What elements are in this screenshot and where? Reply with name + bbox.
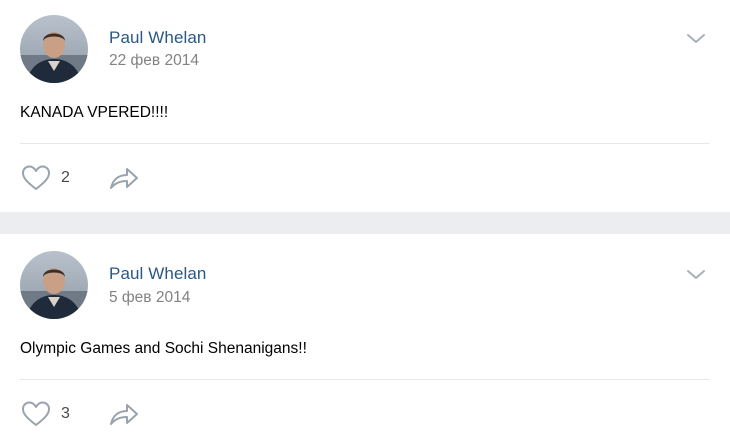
post-author[interactable]: Paul Whelan: [109, 28, 207, 48]
post-text: KANADA VPERED!!!!: [20, 104, 169, 121]
post-author[interactable]: Paul Whelan: [109, 264, 207, 284]
post-text: Olympic Games and Sochi Shenanigans!!: [20, 340, 307, 357]
post-date[interactable]: 22 фев 2014: [109, 52, 199, 70]
chevron-down-icon[interactable]: [685, 268, 707, 282]
post-feed: Paul Whelan 22 фев 2014 KANADA VPERED!!!…: [0, 0, 730, 439]
wall-post: Paul Whelan 22 фев 2014 KANADA VPERED!!!…: [0, 0, 730, 212]
share-arrow-icon[interactable]: [108, 400, 140, 428]
post-date[interactable]: 5 фев 2014: [109, 289, 190, 307]
avatar[interactable]: [20, 15, 88, 83]
post-separator: [0, 212, 730, 234]
divider: [20, 143, 710, 144]
share-arrow-icon[interactable]: [108, 164, 140, 192]
divider: [20, 379, 710, 380]
heart-outline-icon[interactable]: [20, 164, 52, 192]
heart-outline-icon[interactable]: [20, 400, 52, 428]
chevron-down-icon[interactable]: [685, 32, 707, 46]
like-count: 2: [61, 169, 70, 186]
wall-post: Paul Whelan 5 фев 2014 Olympic Games and…: [0, 234, 730, 439]
avatar[interactable]: [20, 251, 88, 319]
like-count: 3: [61, 405, 70, 422]
